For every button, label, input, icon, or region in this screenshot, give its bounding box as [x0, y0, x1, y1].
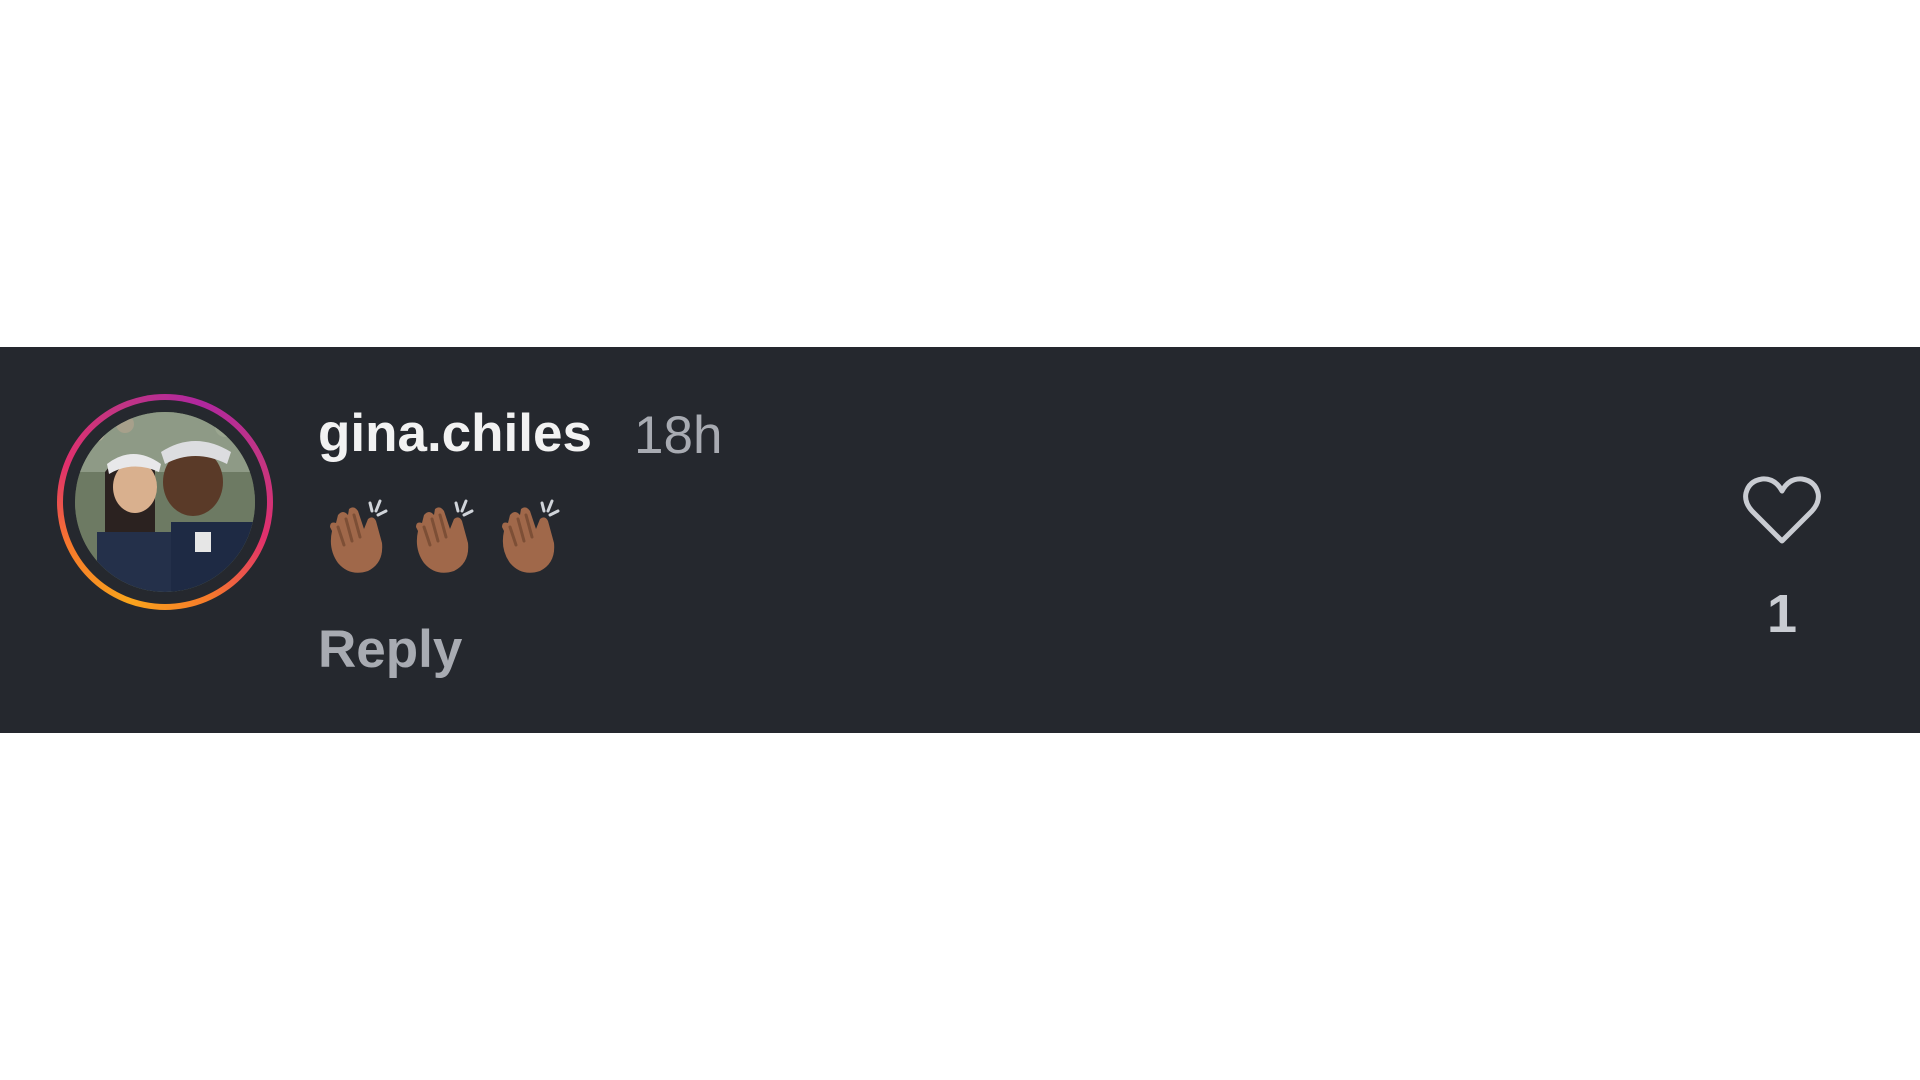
comment-username[interactable]: gina.chiles: [318, 407, 592, 460]
comment-row: gina.chiles 18h Reply 1: [0, 347, 1920, 733]
comment-timestamp: 18h: [634, 406, 723, 465]
avatar-story-ring[interactable]: [57, 394, 273, 610]
like-button[interactable]: [1742, 475, 1822, 547]
reply-button[interactable]: Reply: [318, 623, 462, 676]
heart-outline-icon: [1743, 476, 1821, 544]
comment-body: [318, 497, 566, 577]
clapping-hands-icon: [416, 499, 474, 573]
avatar-photo-image: [75, 412, 255, 592]
like-count: 1: [1766, 584, 1798, 644]
clapping-hands-icon: [502, 499, 560, 573]
clapping-hands-icon: [330, 499, 388, 573]
avatar[interactable]: [75, 412, 255, 592]
